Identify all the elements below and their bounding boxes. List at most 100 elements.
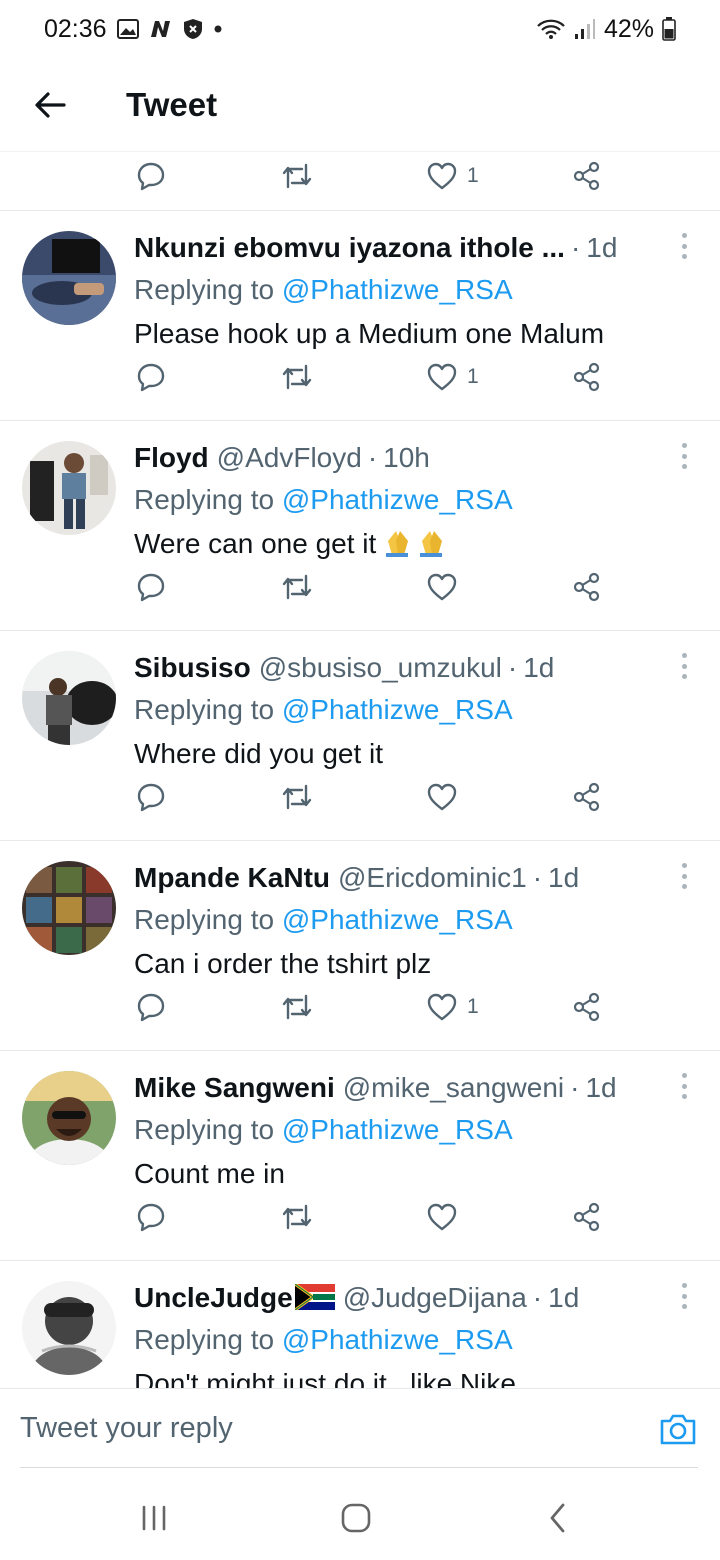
like-button[interactable] [427,783,467,811]
avatar[interactable] [22,861,116,955]
nav-back-button[interactable] [538,1498,578,1538]
mention-link[interactable]: @Phathizwe_RSA [282,1324,513,1355]
tweet-text-content: Where did you get it [134,738,384,769]
flag-slot [293,1277,335,1319]
nav-back-icon [550,1503,565,1533]
app-header: Tweet [0,58,720,152]
display-name[interactable]: Mpande KaNtu [134,857,330,899]
tweet-text-content: Please hook up a Medium one Malum [134,318,605,349]
user-handle[interactable]: @mike_sangweni [343,1067,564,1109]
heart-icon [427,993,457,1021]
home-button[interactable] [336,1498,376,1538]
display-name[interactable]: Nkunzi ebomvu iyazona ithole ... [134,227,565,269]
user-handle[interactable]: @Ericdominic1 [338,857,527,899]
action-row [0,775,720,819]
recents-button[interactable] [134,1498,174,1538]
share-button[interactable] [572,1202,602,1232]
more-options-button[interactable] [678,1073,690,1099]
reply-button[interactable] [136,572,166,602]
wifi-icon [536,18,566,40]
separator-dot: · [570,1072,580,1103]
reply-button[interactable] [136,161,166,191]
back-button[interactable] [18,73,82,137]
tweet-text-content: Don't might just do it.. like Nike [134,1368,516,1388]
retweet-button[interactable] [280,362,314,392]
retweet-button[interactable] [280,782,314,812]
reply-tweet[interactable]: Nkunzi ebomvu iyazona ithole ... · 1d Re… [0,211,720,421]
like-count: 1 [467,164,479,187]
display-name[interactable]: Sibusiso [134,647,251,689]
share-icon [573,992,600,1022]
share-icon [573,1202,600,1232]
more-options-button[interactable] [678,653,690,679]
camera-button[interactable] [658,1409,698,1449]
share-button[interactable] [572,161,602,191]
avatar[interactable] [22,441,116,535]
like-button[interactable] [427,573,467,601]
reply-button[interactable] [136,782,166,812]
reply-feed[interactable]: 1 Nkunzi ebomvu iyazona ithole ... · 1d … [0,153,720,1388]
display-name[interactable]: UncleJudge [134,1277,293,1319]
avatar[interactable] [22,231,116,325]
reply-tweet[interactable]: Mike Sangweni @mike_sangweni · 1d Replyi… [0,1051,720,1261]
reply-tweet[interactable]: Floyd @AdvFloyd · 10h Replying to @Phath… [0,421,720,631]
tweet-list: Nkunzi ebomvu iyazona ithole ... · 1d Re… [0,211,720,1388]
user-handle[interactable]: @AdvFloyd [217,437,362,479]
tweet-text: Where did you get it [134,731,680,777]
like-button[interactable] [427,1203,467,1231]
share-icon [573,362,600,392]
reply-tweet[interactable]: Sibusiso @sbusiso_umzukul · 1d Replying … [0,631,720,841]
share-button[interactable] [572,362,602,392]
gallery-icon [116,19,139,39]
retweet-icon [282,994,312,1020]
tweet-time: 1d [548,1282,580,1313]
mention-link[interactable]: @Phathizwe_RSA [282,484,513,515]
tweet-body: Mpande KaNtu @Ericdominic1 · 1d Replying… [134,857,680,987]
retweet-button[interactable] [280,1202,314,1232]
like-button[interactable]: 1 [427,162,479,190]
share-button[interactable] [572,782,602,812]
avatar[interactable] [22,1281,116,1375]
display-name[interactable]: Floyd [134,437,209,479]
retweet-button[interactable] [280,161,314,191]
reply-button[interactable] [136,362,166,392]
tweet-body: Sibusiso @sbusiso_umzukul · 1d Replying … [134,647,680,777]
reply-tweet[interactable]: Mpande KaNtu @Ericdominic1 · 1d Replying… [0,841,720,1051]
tweet-text-content: Can i order the tshirt plz [134,948,432,979]
mention-link[interactable]: @Phathizwe_RSA [282,904,513,935]
avatar[interactable] [22,651,116,745]
user-handle[interactable]: @sbusiso_umzukul [259,647,502,689]
share-button[interactable] [572,992,602,1022]
more-options-button[interactable] [678,233,690,259]
mention-link[interactable]: @Phathizwe_RSA [282,694,513,725]
replying-prefix: Replying to [134,484,275,515]
retweet-button[interactable] [280,992,314,1022]
signal-icon [574,18,596,40]
more-options-button[interactable] [678,863,690,889]
more-options-button[interactable] [678,443,690,469]
avatar[interactable] [22,1071,116,1165]
tweet-time: 10h [383,442,430,473]
tweet-time: 1d [586,232,618,263]
user-handle[interactable]: @JudgeDijana [343,1277,527,1319]
like-count: 1 [467,995,479,1018]
reply-icon [137,1203,165,1232]
share-button[interactable] [572,572,602,602]
heart-icon [427,573,457,601]
reply-button[interactable] [136,992,166,1022]
reply-tweet[interactable]: UncleJudge @JudgeDijana · 1d Replying to… [0,1261,720,1388]
more-options-button[interactable] [678,1283,690,1309]
like-count: 1 [467,365,479,388]
retweet-button[interactable] [280,572,314,602]
display-name[interactable]: Mike Sangweni [134,1067,335,1109]
replying-prefix: Replying to [134,904,275,935]
mention-link[interactable]: @Phathizwe_RSA [282,274,513,305]
like-button[interactable]: 1 [427,993,479,1021]
mention-link[interactable]: @Phathizwe_RSA [282,1114,513,1145]
reply-button[interactable] [136,1202,166,1232]
like-button[interactable]: 1 [427,363,479,391]
reply-icon [137,993,165,1022]
heart-icon [427,363,457,391]
reply-input[interactable] [20,1405,620,1453]
separator-dot: · [532,862,543,893]
